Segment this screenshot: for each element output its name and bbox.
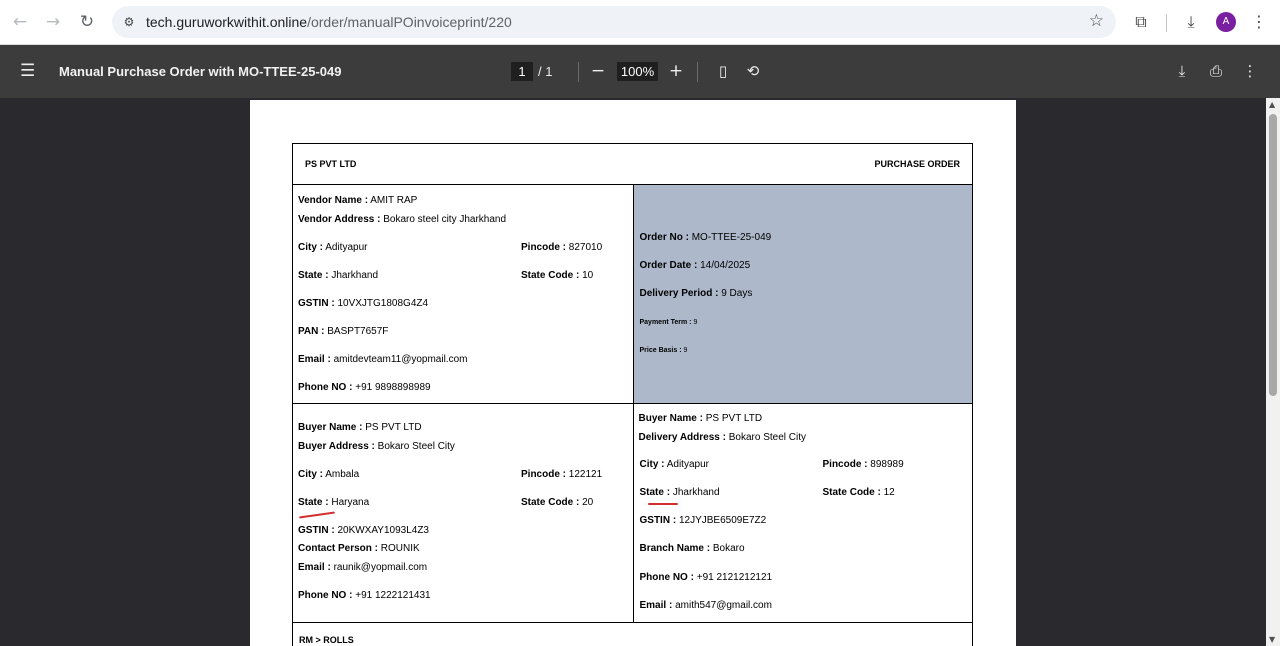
url-text[interactable]: tech.guruworkwithit.online/order/manualP… [146,14,512,30]
vendor-email: Email : amitdevteam11@yopmail.com [298,354,468,365]
scroll-up-icon[interactable]: ▲ [1269,100,1275,109]
page-total: / 1 [538,64,553,79]
rotate-icon[interactable]: ⟲ [743,61,763,81]
sidebar-menu-icon[interactable]: ☰ [20,62,38,80]
po-header: PS PVT LTD PURCHASE ORDER [293,144,972,185]
back-arrow-icon[interactable]: ← [9,11,31,33]
buyer-email: Email : raunik@yopmail.com [298,562,428,573]
toolbar-divider [578,62,579,82]
delivery-state: State : Jharkhand [639,487,720,498]
order-details: Order No : MO-TTEE-25-049 Order Date : 1… [632,185,972,403]
vendor-details: Vendor Name : AMIT RAP Vendor Address : … [293,185,633,403]
document-title: Manual Purchase Order with MO-TTEE-25-04… [59,64,342,79]
delivery-phone: Phone NO : +91 2121212121 [639,572,773,583]
delivery-email: Email : amith547@gmail.com [639,600,772,611]
address-bar[interactable]: ⚙ tech.guruworkwithit.online/order/manua… [112,6,1116,38]
browser-menu-icon[interactable]: ⋮ [1248,11,1270,33]
delivery-period: Delivery Period : 9 Days [639,288,753,299]
vendor-state: State : Jharkhand [298,270,379,281]
order-date: Order Date : 14/04/2025 [639,260,751,271]
buyer-pincode: Pincode : 122121 [521,469,603,480]
browser-toolbar: ← → ↻ ⚙ tech.guruworkwithit.online/order… [0,0,1280,45]
profile-avatar[interactable]: A [1216,12,1236,32]
order-number: Order No : MO-TTEE-25-049 [639,232,772,243]
price-basis: Price Basis : 9 [639,347,688,354]
download-icon[interactable]: ⤓ [1172,61,1192,81]
print-icon[interactable]: ⎙ [1206,61,1226,81]
delivery-branch: Branch Name : Bokaro [639,543,745,554]
vendor-state-code: State Code : 10 [521,270,594,281]
vendor-pan: PAN : BASPT7657F [298,326,389,337]
buyer-gstin: GSTIN : 20KWXAY1093L4Z3 [298,525,429,536]
forward-arrow-icon[interactable]: → [42,11,64,33]
section-label: RM > ROLLS [299,635,354,645]
buyer-state-code: State Code : 20 [521,497,594,508]
toolbar-divider [697,62,698,82]
bookmark-star-icon[interactable]: ☆ [1089,11,1104,31]
delivery-gstin: GSTIN : 12JYJBE6509E7Z2 [639,515,767,526]
buyer-contact: Contact Person : ROUNIK [298,543,420,554]
pdf-viewer[interactable]: ▲ ▼ PS PVT LTD PURCHASE ORDER Vendor Nam… [0,98,1280,646]
zoom-in-icon[interactable]: + [667,61,685,81]
delivery-address: Delivery Address : Bokaro Steel City [638,432,807,443]
reload-icon[interactable]: ↻ [76,11,98,33]
delivery-state-code: State Code : 12 [822,487,895,498]
page-number-input[interactable]: 1 [511,62,533,81]
purchase-order-table: PS PVT LTD PURCHASE ORDER Vendor Name : … [292,143,973,646]
buyer-phone: Phone NO : +91 1222121431 [298,590,431,601]
company-name: PS PVT LTD [305,159,357,169]
vendor-address: Vendor Address : Bokaro steel city Jhark… [298,214,507,225]
pdf-toolbar: ☰ Manual Purchase Order with MO-TTEE-25-… [0,45,1280,98]
scroll-down-icon[interactable]: ▼ [1269,635,1275,644]
document-type: PURCHASE ORDER [874,159,960,169]
payment-term: Payment Term : 9 [639,319,698,326]
downloads-icon[interactable]: ⤓ [1180,11,1202,33]
delivery-buyer-name: Buyer Name : PS PVT LTD [638,413,763,424]
buyer-delivery-row: Buyer Name : PS PVT LTD Buyer Address : … [293,404,972,623]
buyer-city: City : Ambala [298,469,360,480]
buyer-state: State : Haryana [298,497,370,508]
vendor-gstin: GSTIN : 10VXJTG1808G4Z4 [298,298,429,309]
items-section: RM > ROLLS [293,623,972,646]
more-options-icon[interactable]: ⋮ [1240,61,1260,81]
fit-page-icon[interactable]: ▯ [713,61,733,81]
pdf-page: PS PVT LTD PURCHASE ORDER Vendor Name : … [250,100,1016,646]
url-host: tech.guruworkwithit.online [146,14,308,30]
vendor-city: City : Adityapur [298,242,368,253]
delivery-pincode: Pincode : 898989 [822,459,904,470]
delivery-city: City : Adityapur [639,459,709,470]
annotation-underline [647,503,678,505]
buyer-details: Buyer Name : PS PVT LTD Buyer Address : … [293,404,633,622]
zoom-out-icon[interactable]: − [589,61,607,81]
extensions-icon[interactable]: ⧉ [1130,11,1152,33]
buyer-address: Buyer Address : Bokaro Steel City [298,441,455,452]
toolbar-divider [1166,14,1167,32]
buyer-name: Buyer Name : PS PVT LTD [298,422,422,433]
vendor-name: Vendor Name : AMIT RAP [298,195,418,206]
annotation-underline [299,511,335,519]
url-path: /order/manualPOinvoiceprint/220 [307,14,512,30]
vertical-scrollbar[interactable]: ▲ ▼ [1266,98,1280,646]
vendor-pincode: Pincode : 827010 [521,242,603,253]
vendor-phone: Phone NO : +91 9898898989 [298,382,431,393]
vendor-order-row: Vendor Name : AMIT RAP Vendor Address : … [293,185,972,404]
site-info-icon[interactable]: ⚙ [120,13,138,31]
delivery-details: Buyer Name : PS PVT LTD Delivery Address… [632,404,973,622]
zoom-input[interactable]: 100% [617,62,658,81]
scroll-thumb[interactable] [1269,114,1277,396]
